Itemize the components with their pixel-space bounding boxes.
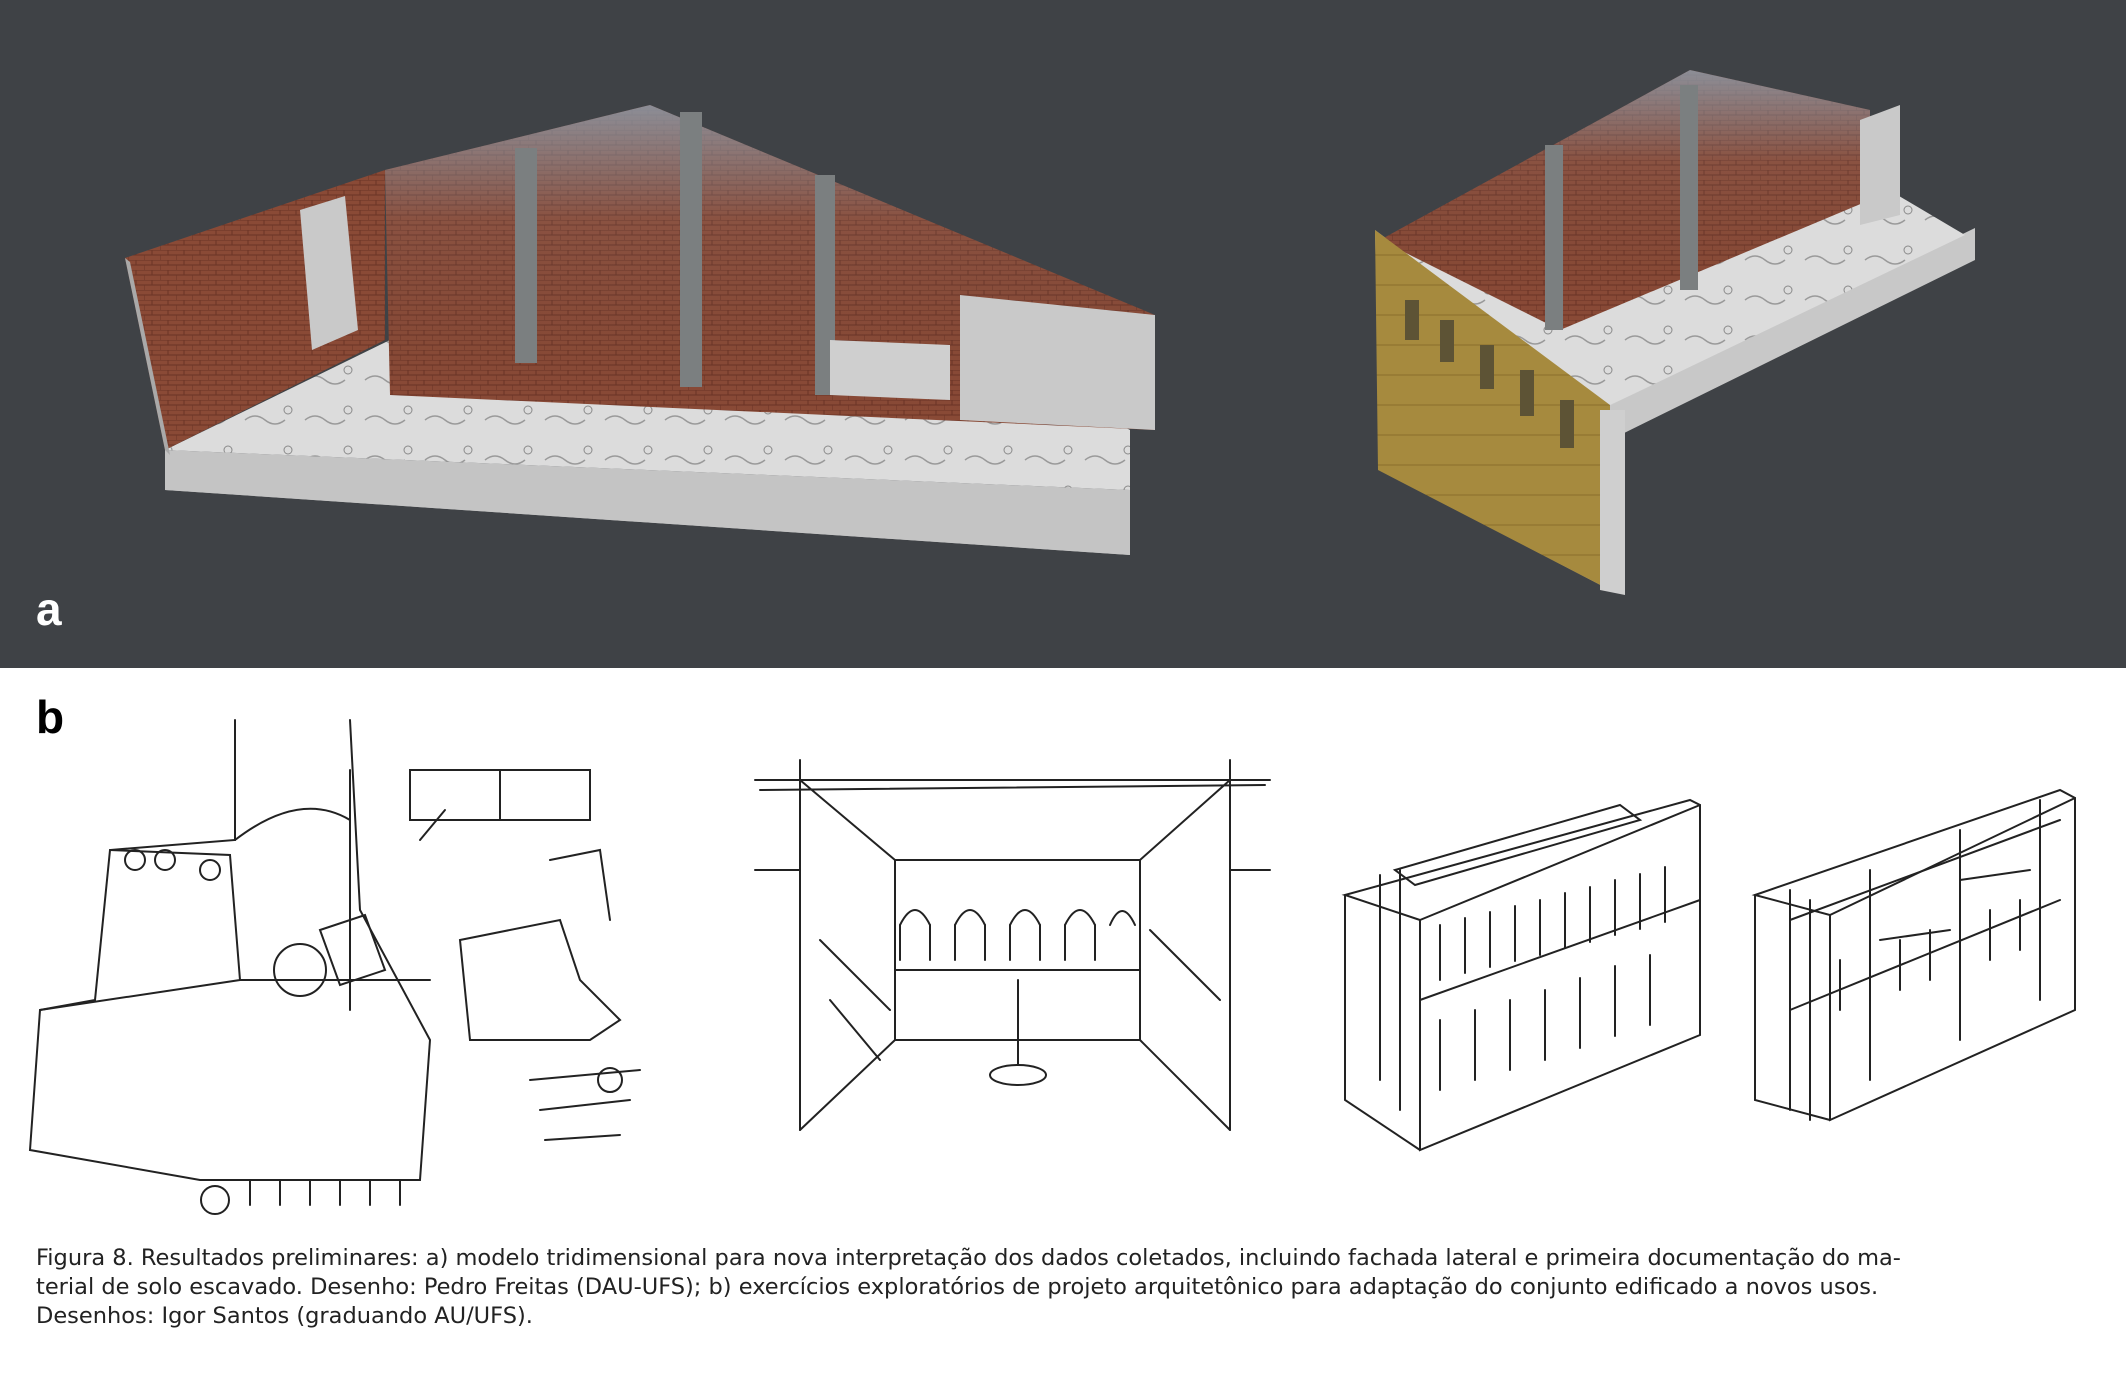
facade-isometric-drawing-2 [1751, 788, 2076, 1122]
floor-plan-sketch [28, 719, 641, 1215]
figure-caption: Figura 8. Resultados preliminares: a) mo… [36, 1244, 2092, 1331]
caption-line: terial de solo escavado. Desenho: Pedro … [36, 1274, 1879, 1300]
panel-a-3d-models: a [0, 0, 2126, 668]
panel-label-a: a [36, 583, 62, 635]
architectural-sketches [28, 719, 2076, 1215]
model-left [125, 105, 1155, 555]
model-right [1375, 70, 1975, 595]
panel-b-sketches [0, 680, 2126, 1220]
facade-isometric-drawing-1 [1341, 798, 1701, 1152]
caption-line: Figura 8. Resultados preliminares: a) mo… [36, 1245, 1901, 1271]
interior-perspective-sketch [754, 759, 1271, 1131]
3d-model-renders [125, 70, 1975, 595]
caption-line: Desenhos: Igor Santos (graduando AU/UFS)… [36, 1303, 533, 1329]
